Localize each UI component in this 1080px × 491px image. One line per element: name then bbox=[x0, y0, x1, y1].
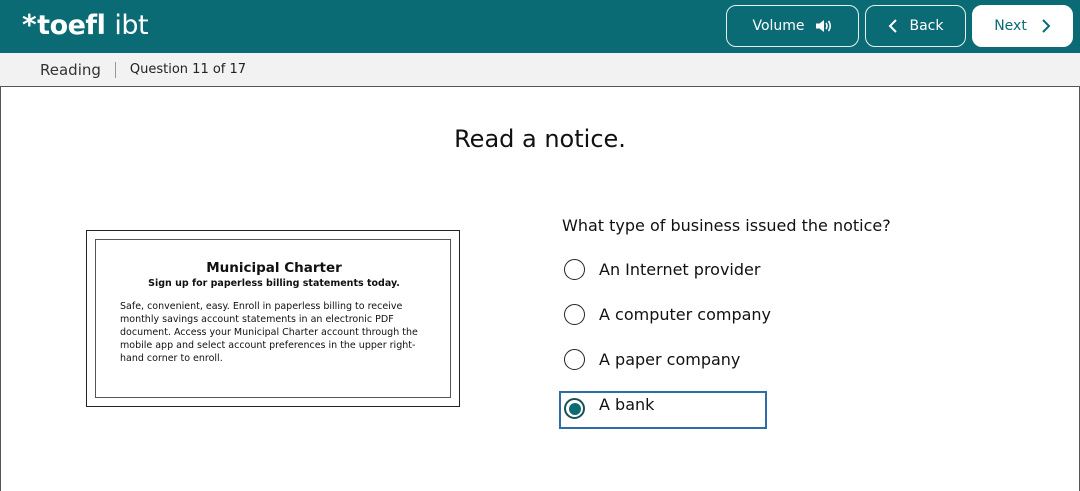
option-label: A paper company bbox=[599, 350, 741, 369]
answer-option-internet-provider[interactable]: An Internet provider bbox=[559, 251, 767, 288]
answer-option-paper-company[interactable]: A paper company bbox=[559, 341, 767, 378]
question-text: What type of business issued the notice? bbox=[562, 216, 891, 235]
next-button[interactable]: Next bbox=[972, 5, 1073, 47]
top-bar: *toefl ibt Volume Back Next bbox=[0, 0, 1080, 53]
option-label: A bank bbox=[599, 395, 655, 414]
notice-subtitle: Sign up for paperless billing statements… bbox=[148, 278, 400, 289]
notice-card: Municipal Charter Sign up for paperless … bbox=[86, 230, 460, 407]
speaker-icon bbox=[815, 18, 833, 34]
radio-button[interactable] bbox=[564, 259, 585, 280]
back-button[interactable]: Back bbox=[865, 5, 966, 47]
question-progress: Question 11 of 17 bbox=[129, 62, 247, 77]
chevron-right-icon bbox=[1041, 18, 1051, 34]
option-label: An Internet provider bbox=[599, 260, 761, 279]
answer-option-computer-company[interactable]: A computer company bbox=[559, 296, 771, 333]
radio-button-selected[interactable] bbox=[564, 398, 585, 419]
logo-main: toefl bbox=[37, 10, 106, 41]
notice-title: Municipal Charter bbox=[206, 260, 342, 276]
section-bar: Reading Question 11 of 17 bbox=[0, 53, 1080, 87]
divider bbox=[114, 61, 116, 78]
notice-body: Safe, convenient, easy. Enroll in paperl… bbox=[120, 301, 418, 364]
answer-option-bank[interactable]: A bank bbox=[559, 391, 767, 429]
logo-suffix: ibt bbox=[114, 10, 149, 41]
volume-label: Volume bbox=[752, 18, 805, 34]
page-title: Read a notice. bbox=[454, 125, 626, 153]
section-label: Reading bbox=[40, 60, 101, 79]
next-label: Next bbox=[994, 18, 1027, 34]
asterisk-icon: * bbox=[22, 8, 37, 41]
main-content: Read a notice. Municipal Charter Sign up… bbox=[0, 87, 1080, 491]
volume-button[interactable]: Volume bbox=[726, 5, 859, 47]
radio-button[interactable] bbox=[564, 304, 585, 325]
back-label: Back bbox=[909, 18, 944, 34]
chevron-left-icon bbox=[888, 18, 898, 34]
radio-button[interactable] bbox=[564, 349, 585, 370]
notice-inner-frame: Municipal Charter Sign up for paperless … bbox=[95, 239, 451, 398]
option-label: A computer company bbox=[599, 305, 772, 324]
toefl-logo: *toefl ibt bbox=[22, 8, 149, 41]
